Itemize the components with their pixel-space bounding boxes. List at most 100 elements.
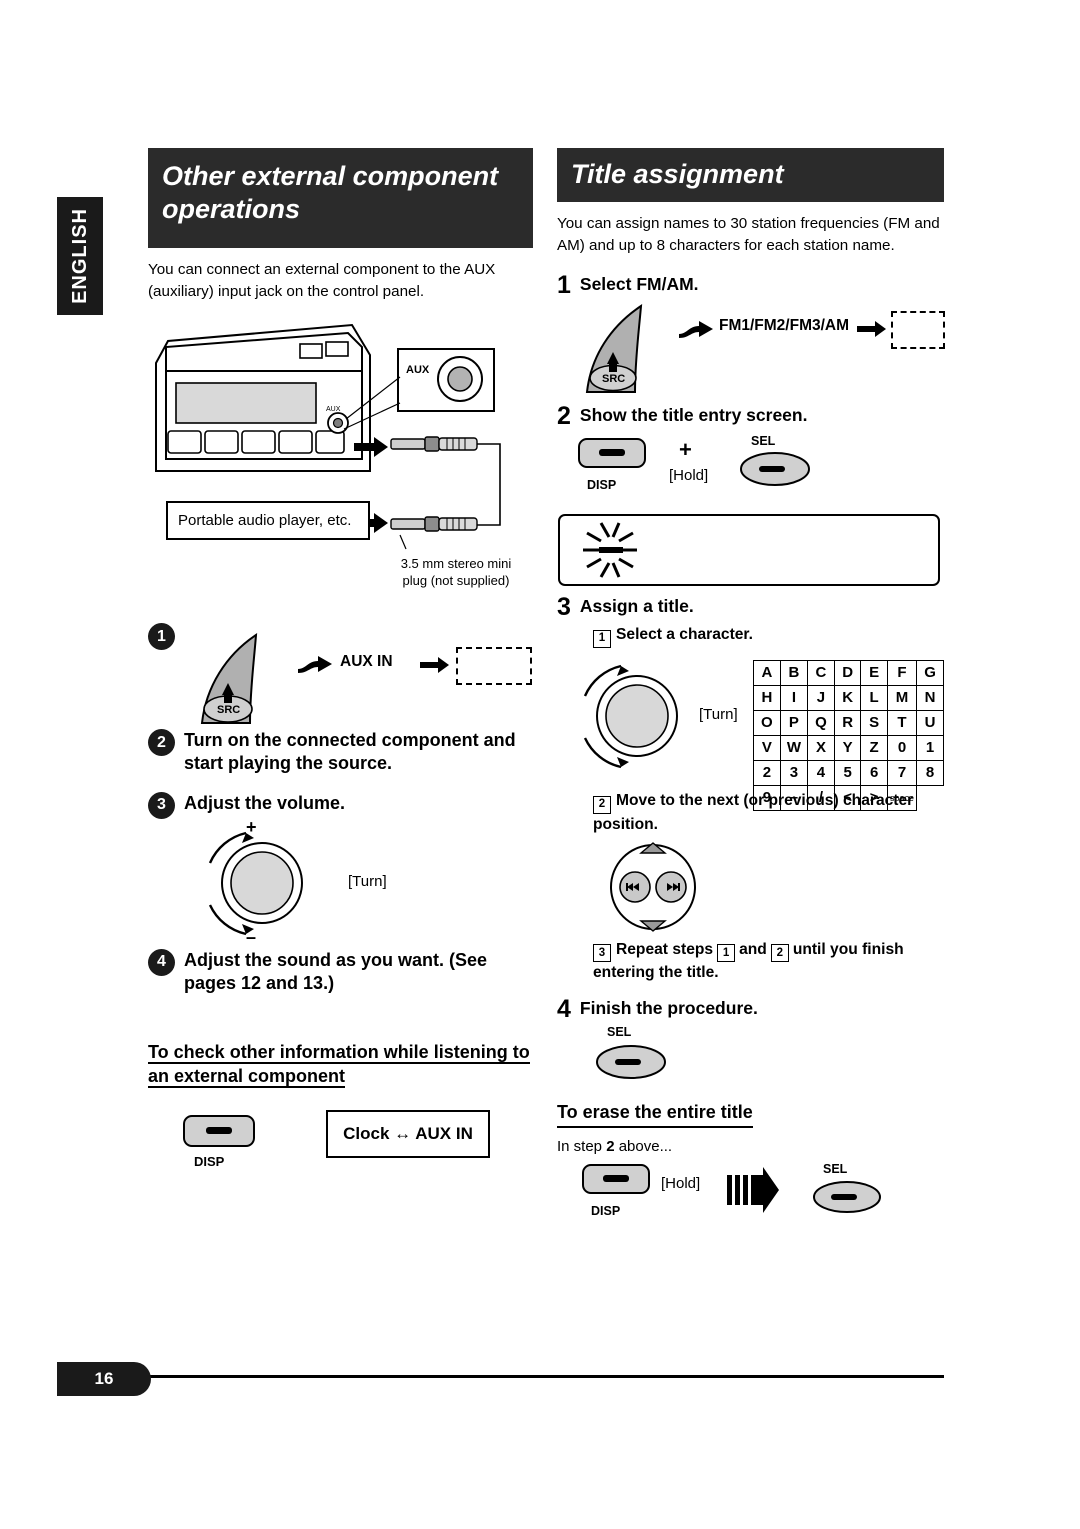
character-cell[interactable]: space <box>886 784 918 811</box>
right-step-2-number: 2 <box>557 402 571 431</box>
substep-1-number: 1 <box>593 629 611 648</box>
svg-text:DISP: DISP <box>587 478 616 492</box>
character-cell[interactable]: B <box>779 659 809 686</box>
character-cell[interactable]: < <box>833 784 862 811</box>
sel-button-icon-2[interactable]: SEL <box>581 1022 701 1090</box>
left-intro-text: You can connect an external component to… <box>148 261 496 301</box>
sel-button-icon-3[interactable]: SEL <box>797 1159 907 1225</box>
right-step-4: 4 Finish the procedure. <box>557 997 944 1022</box>
plus-sign: + <box>679 437 692 463</box>
left-step-4-number: 4 <box>148 948 175 976</box>
character-cell[interactable]: 8 <box>916 759 944 786</box>
character-cell[interactable]: T <box>886 709 918 736</box>
character-cell[interactable]: C <box>807 659 835 686</box>
character-cell[interactable]: 2 <box>753 759 781 786</box>
character-cell[interactable]: X <box>807 734 835 761</box>
character-grid[interactable]: A B C D E F G H I J K L M N O P Q R S T U V W X Y Z 0 1 2 3 4 5 6 7 8 9– / < >… <box>753 659 944 811</box>
character-cell[interactable]: > <box>860 784 888 811</box>
character-cell[interactable]: – <box>779 784 809 811</box>
character-cell[interactable]: L <box>860 684 888 711</box>
character-cell[interactable]: G <box>916 659 944 686</box>
character-cell[interactable]: / <box>807 784 835 811</box>
substep-2-number: 2 <box>593 795 611 814</box>
character-cell[interactable]: Y <box>833 734 862 761</box>
erase-note-pre: In step <box>557 1137 603 1155</box>
erase-heading-wrap: To erase the entire title <box>557 1100 944 1128</box>
navigation-pad-illustration <box>557 841 944 937</box>
volume-turn-label: [Turn] <box>348 872 387 890</box>
right-step-3-title: Assign a title. <box>579 596 694 617</box>
four-way-pad-icon[interactable] <box>595 841 715 935</box>
left-step-2-number: 2 <box>148 729 175 757</box>
svg-text:SEL: SEL <box>751 434 776 448</box>
src-button-icon-2[interactable]: SRC <box>575 302 685 398</box>
volume-knob-icon[interactable]: + – <box>184 821 354 946</box>
right-step-3-sub3: 3 Repeat steps 1 and 2 until you finish enter… <box>593 939 944 984</box>
language-tab: ENGLISH <box>57 197 103 315</box>
left-subheading-wrap: To check other information while listeni… <box>148 1040 533 1089</box>
character-cell[interactable]: S <box>860 709 888 736</box>
portable-player-label: Portable audio player, etc. <box>166 501 370 541</box>
character-cell[interactable]: M <box>886 684 918 711</box>
character-cell[interactable]: F <box>886 659 918 686</box>
character-cell[interactable]: 5 <box>833 759 862 786</box>
character-cell[interactable]: 4 <box>807 759 835 786</box>
erase-note-number: 2 <box>606 1137 615 1155</box>
character-cell[interactable]: J <box>807 684 835 711</box>
substep-3-text-mid: and <box>739 940 767 958</box>
disp-button-icon[interactable]: DISP <box>176 1110 268 1180</box>
character-grid-body: A B C D E F G H I J K L M N O P Q R S T U V W X Y Z 0 1 2 3 4 5 6 7 8 9– / < >… <box>753 659 944 811</box>
substep-3-number: 3 <box>593 944 611 963</box>
character-cell[interactable]: Z <box>860 734 888 761</box>
character-cell[interactable]: N <box>916 684 944 711</box>
disp-button-icon-3[interactable]: DISP <box>575 1159 671 1229</box>
right-step-3: 3 Assign a title. <box>557 595 944 620</box>
src-button-icon[interactable]: SRC <box>188 631 308 731</box>
character-cell[interactable]: P <box>779 709 809 736</box>
sel-button-icon[interactable]: SEL <box>729 431 825 497</box>
disp-button-icon-2[interactable]: DISP <box>571 435 667 501</box>
right-step-3-sub1: 1 Select a character. <box>593 624 944 648</box>
character-cell[interactable]: H <box>753 684 781 711</box>
character-cell[interactable]: I <box>779 684 809 711</box>
character-cell[interactable]: O <box>753 709 781 736</box>
footer-rule <box>148 1375 944 1378</box>
substep-3-ref-b: 2 <box>770 944 789 963</box>
section-banner-external-component: Other external component operations <box>148 148 533 248</box>
character-cell[interactable]: D <box>833 659 862 686</box>
left-subheading: To check other information while listeni… <box>148 1041 530 1088</box>
substep-3-text-pre: Repeat steps <box>616 940 714 958</box>
character-cell[interactable]: W <box>779 734 809 761</box>
character-cell[interactable]: 7 <box>886 759 918 786</box>
left-step-4: 4 Adjust the sound as you want. (See pag… <box>148 948 533 996</box>
right-step-4-number: 4 <box>557 995 571 1024</box>
character-cell[interactable]: 1 <box>916 734 944 761</box>
left-step-3: 3 Adjust the volume. <box>148 791 533 819</box>
character-grid-row: VWXYZ01 <box>753 734 944 761</box>
arrow-right-icon-3 <box>679 321 713 339</box>
svg-text:SEL: SEL <box>607 1025 632 1039</box>
left-column: Other external component operations You … <box>148 148 533 1192</box>
left-step-4-text: Adjust the sound as you want. (See pages… <box>184 949 488 994</box>
character-cell[interactable]: R <box>833 709 862 736</box>
character-cell[interactable]: 0 <box>886 734 918 761</box>
character-cell[interactable]: 6 <box>860 759 888 786</box>
right-column: Title assignment You can assign names to… <box>557 148 945 1239</box>
title-entry-display <box>557 509 944 593</box>
character-cell[interactable]: 9 <box>753 784 781 811</box>
character-cell[interactable]: V <box>753 734 781 761</box>
erase-illustration: DISP [Hold] SEL <box>557 1159 944 1239</box>
manual-page: ENGLISH Other external component operati… <box>0 0 1080 1529</box>
svg-text:AUX: AUX <box>326 406 341 413</box>
character-cell[interactable]: 3 <box>779 759 809 786</box>
character-cell[interactable]: K <box>833 684 862 711</box>
right-step-2-title: Show the title entry screen. <box>579 405 808 426</box>
character-cell[interactable]: E <box>860 659 888 686</box>
aux-in-display-box <box>456 647 532 686</box>
plug-note-line-2: plug (not supplied) <box>402 572 510 588</box>
character-cell[interactable]: Q <box>807 709 835 736</box>
character-cell[interactable]: A <box>753 659 781 686</box>
svg-text:DISP: DISP <box>591 1204 620 1218</box>
character-cell[interactable]: U <box>916 709 944 736</box>
left-step-3-number: 3 <box>148 791 175 819</box>
